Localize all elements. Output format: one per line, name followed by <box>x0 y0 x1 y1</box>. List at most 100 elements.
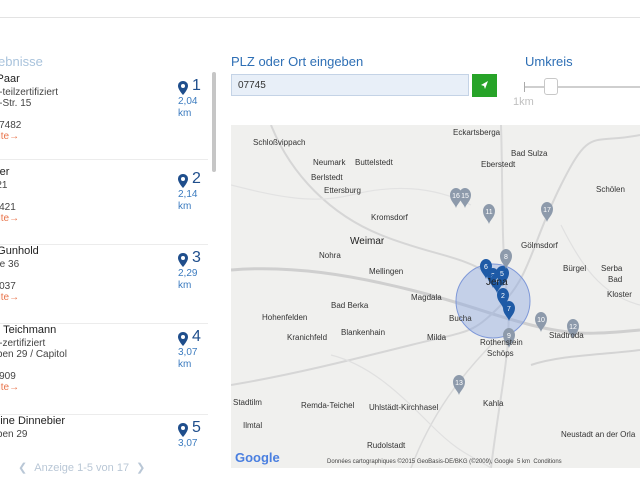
radius-slider-handle[interactable] <box>544 78 558 95</box>
map-place-label: Bad Sulza <box>511 149 548 158</box>
map-place-label: Schöps <box>487 349 514 358</box>
map-place-label: Neumark <box>313 158 346 167</box>
map[interactable]: 12345678910111213151617 EckartsbergaSchl… <box>231 125 640 468</box>
pager-text: Anzeige 1-5 von 17 <box>34 462 130 474</box>
result-detail-line: 547482 <box>0 120 22 131</box>
map-place-label: Uhlstädt-Kirchhasel <box>369 403 439 412</box>
result-detail-line: 00-teilzertifiziert <box>0 87 59 98</box>
result-number: 5 <box>192 419 201 436</box>
map-place-label: Magdala <box>411 293 442 302</box>
map-place-label: Buttelstedt <box>355 158 393 167</box>
navigation-arrow-icon <box>481 81 488 89</box>
results-list: s Paar00-teilzertifiziertott-Str. 15na54… <box>0 73 218 448</box>
map-pin-icon <box>178 332 188 346</box>
result-link[interactable]: seite→ <box>0 131 19 142</box>
map-place-label: Neustadt an der Orla <box>561 430 636 439</box>
map-marker-label: 6 <box>484 264 488 271</box>
top-bar <box>0 0 640 18</box>
result-detail-line: 35037 <box>0 281 16 292</box>
result-link[interactable]: seite→ <box>0 292 19 303</box>
map-marker-label: 11 <box>485 209 492 216</box>
result-name: eyer <box>0 166 10 178</box>
map-place-label: Milda <box>427 333 447 342</box>
map-place-label: Eckartsberga <box>453 128 501 137</box>
map-place-label: Hohenfelden <box>262 313 308 322</box>
map-place-label: Bucha <box>449 314 472 323</box>
result-detail-line: raben 29 <box>0 429 28 440</box>
result-distance: 3,07 <box>178 438 198 448</box>
map-place-label: Serba <box>601 264 623 273</box>
map-place-label: Kranichfeld <box>287 333 328 342</box>
result-number: 1 <box>192 77 201 94</box>
map-place-label: Rudolstadt <box>367 441 406 450</box>
map-pin-icon <box>178 423 188 437</box>
map-pin-icon <box>178 253 188 267</box>
result-number: 2 <box>192 170 201 187</box>
radius-label: Umkreis <box>525 54 573 69</box>
result-item[interactable]: s Paar00-teilzertifiziertott-Str. 15na54… <box>0 73 208 160</box>
result-name: d Gunhold <box>0 245 39 257</box>
map-marker-label: 7 <box>507 306 511 313</box>
result-distance: 2,14 km <box>178 189 198 212</box>
result-name: an Teichmann <box>0 324 57 336</box>
pager-next-button[interactable]: ❯ <box>136 461 145 474</box>
postcode-input[interactable] <box>231 74 469 96</box>
results-scrollbar[interactable] <box>212 72 216 172</box>
result-detail-line: 00-zertifiziert <box>0 338 46 349</box>
result-name: anine Dinnebier <box>0 415 66 427</box>
pager: ❮ Anzeige 1-5 von 17 ❯ <box>18 461 145 474</box>
search-label: PLZ oder Ort eingeben <box>231 54 364 69</box>
google-logo: Google <box>235 450 280 465</box>
pager-prev-button[interactable]: ❮ <box>18 461 27 474</box>
result-distance: 2,04 km <box>178 96 198 119</box>
locate-button[interactable] <box>472 74 497 97</box>
radius-slider-track[interactable] <box>525 86 640 88</box>
map-place-label: Schloßvippach <box>253 138 306 147</box>
result-distance: 2,29 km <box>178 268 198 291</box>
result-item[interactable]: an Teichmann 00-zertifiziertraben 29 / Ca… <box>0 324 208 415</box>
result-detail-line: raben 29 / Capitol <box>0 349 67 360</box>
map-marker-label: 15 <box>461 193 469 200</box>
results-header: ebnisse <box>0 54 43 69</box>
map-place-label: Rothenstein <box>480 338 523 347</box>
result-name: s Paar <box>0 73 20 85</box>
result-item[interactable]: anine Dinnebier raben 29 5 3,07 <box>0 415 208 448</box>
radius-value: 1km <box>513 96 534 108</box>
map-place-label: Ettersburg <box>324 186 361 195</box>
map-place-label: Bürgel <box>563 264 587 273</box>
map-place-label: Remda-Teichel <box>301 401 355 410</box>
map-place-label: Eberstedt <box>481 160 516 169</box>
map-place-label: Kromsdorf <box>371 213 408 222</box>
map-place-label: Stadtroda <box>549 331 584 340</box>
map-marker-label: 8 <box>504 254 508 261</box>
result-distance: 3,07 km <box>178 347 198 370</box>
result-detail-line: 22909 <box>0 371 16 382</box>
map-place-label: Mellingen <box>369 267 404 276</box>
result-detail-line: r. 21 <box>0 180 8 191</box>
result-detail-line: 34421 <box>0 202 16 213</box>
result-number: 3 <box>192 249 201 266</box>
map-pin-icon <box>178 81 188 95</box>
map-attribution: Données cartographiques ©2015 GeoBasis-D… <box>327 459 562 465</box>
result-link[interactable]: seite→ <box>0 213 19 224</box>
result-detail-line: ott-Str. 15 <box>0 98 32 109</box>
map-place-label: Jena <box>486 277 508 288</box>
map-marker-label: 2 <box>501 293 505 300</box>
result-number: 4 <box>192 328 201 345</box>
result-detail-line: aße 36 <box>0 259 20 270</box>
result-link[interactable]: seite→ <box>0 382 19 393</box>
map-place-label: Kahla <box>483 399 504 408</box>
map-marker-label: 10 <box>537 317 545 324</box>
map-place-label: Stadtilm <box>233 398 262 407</box>
map-place-label: Berlstedt <box>311 173 343 182</box>
map-place-label: Kloster <box>607 290 632 299</box>
map-marker-label: 17 <box>543 207 551 214</box>
result-item[interactable]: eyerr. 21na34421seite→22,14km <box>0 166 208 245</box>
map-place-label: Blankenhain <box>341 328 386 337</box>
map-place-label: Weimar <box>350 236 385 247</box>
map-place-label: Gölmsdorf <box>521 241 558 250</box>
map-marker-label: 13 <box>455 380 463 387</box>
result-item[interactable]: d Gunholdaße 36na35037seite→32,29km <box>0 245 208 324</box>
map-place-label: Bad <box>608 275 623 284</box>
map-marker-label: 12 <box>569 324 577 331</box>
